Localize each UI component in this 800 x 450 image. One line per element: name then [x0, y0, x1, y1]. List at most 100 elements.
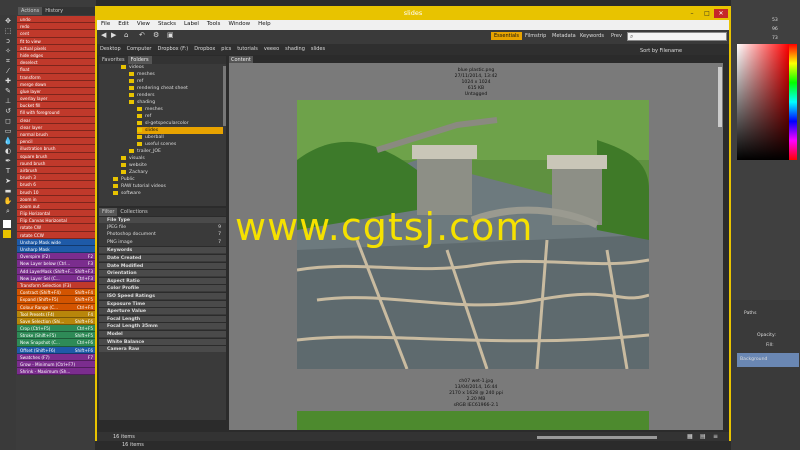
filter-category[interactable]: Camera Raw [99, 345, 226, 353]
action-item[interactable]: zoom out [17, 202, 96, 211]
background-color-swatch[interactable] [3, 230, 11, 238]
folder-item[interactable]: shading [129, 99, 223, 106]
action-item[interactable]: Colour Range (C... Ctrl+F4 [17, 303, 96, 311]
dodge-tool-icon[interactable]: ◐ [3, 147, 13, 155]
menu-item[interactable]: Tools [203, 20, 225, 30]
action-item[interactable]: undo [17, 16, 96, 24]
detail-view-icon[interactable]: ▤ [700, 433, 706, 440]
action-item[interactable]: clear layer [17, 123, 96, 131]
folder-item[interactable]: visuals [121, 155, 223, 162]
history-brush-icon[interactable]: ↺ [3, 107, 13, 115]
action-item[interactable]: Unsharp Mask wide [17, 238, 96, 246]
breadcrumb-item[interactable]: veeeo [261, 44, 282, 55]
action-item[interactable]: zoom in [17, 195, 96, 203]
folder-item[interactable]: software [113, 190, 223, 197]
action-item[interactable]: airbrush [17, 166, 96, 175]
breadcrumb-item[interactable]: Dropbox (F:) [154, 44, 191, 55]
filter-category[interactable]: Model [99, 330, 226, 337]
eyedropper-icon[interactable]: ⁄ [3, 67, 13, 75]
tab-paths[interactable]: Paths [744, 311, 757, 316]
minimize-icon[interactable]: – [685, 9, 699, 18]
magic-wand-icon[interactable]: ✧ [3, 47, 13, 55]
content-scrollbar[interactable] [718, 67, 722, 127]
filter-option[interactable]: Photoshop document 7 [99, 231, 226, 238]
action-item[interactable]: Unsharp Mask [17, 246, 96, 254]
tab-collections[interactable]: Collections [117, 208, 150, 216]
folder-item[interactable]: sl-getspecularcolor [137, 120, 223, 127]
filter-category[interactable]: Focal Length [99, 314, 226, 322]
thumbnail-size-slider[interactable] [537, 436, 657, 439]
move-tool-icon[interactable]: ✥ [3, 17, 13, 25]
workspace-preview[interactable]: Prev [611, 33, 622, 39]
action-item[interactable]: actual pixels [17, 44, 96, 52]
workspace-keywords[interactable]: Keywords [580, 33, 604, 39]
refine-icon[interactable]: ⚙ [153, 31, 159, 39]
filter-category[interactable]: File Type [99, 216, 226, 223]
thumbnail-ch07-wet[interactable] [297, 411, 649, 430]
tab-history[interactable]: History [42, 7, 66, 15]
action-item[interactable]: brush 10 [17, 188, 96, 196]
folder-item[interactable]: website [121, 162, 223, 169]
action-item[interactable]: hide edges [17, 51, 96, 60]
tab-favorites[interactable]: Favorites [99, 56, 128, 64]
action-item[interactable]: Swatches (F7) F7 [17, 353, 96, 361]
action-item[interactable]: illustration brush [17, 145, 96, 153]
hand-tool-icon[interactable]: ✋ [3, 197, 13, 205]
type-tool-icon[interactable]: T [3, 167, 13, 175]
action-item[interactable]: redo [17, 23, 96, 31]
action-item[interactable]: pencil [17, 138, 96, 146]
action-item[interactable]: brush 6 [17, 181, 96, 189]
action-item[interactable]: brush 3 [17, 174, 96, 182]
breadcrumb-item[interactable]: Computer [124, 44, 155, 55]
menu-item[interactable]: Window [224, 20, 254, 30]
action-item[interactable]: Stroke (Shift+F5) Shift+F5 [17, 332, 96, 340]
breadcrumb-item[interactable]: pics [218, 44, 234, 55]
filter-category[interactable]: Date Modified [99, 261, 226, 269]
folder-item[interactable]: slides [137, 127, 223, 134]
action-item[interactable]: Overspire (F2) F2 [17, 253, 96, 261]
action-item[interactable]: fill with foreground [17, 109, 96, 117]
maximize-icon[interactable]: □ [700, 9, 714, 18]
breadcrumb-item[interactable]: Dropbox [191, 44, 218, 55]
action-item[interactable]: Save Selection (Shi... Shift+F6 [17, 317, 96, 326]
action-item[interactable]: Expand (Shift+F5) Shift+F5 [17, 296, 96, 304]
hue-slider[interactable] [789, 44, 797, 160]
action-item[interactable]: Flip Canvas Horizontal [17, 217, 96, 225]
brush-tool-icon[interactable]: ✎ [3, 87, 13, 95]
recent-folders-icon[interactable]: ⌂ [124, 31, 128, 39]
action-item[interactable]: square brush [17, 152, 96, 160]
folder-item[interactable]: Zachary [121, 169, 223, 176]
action-item[interactable]: Add LayerMask (Shift+F... Shift+F3 [17, 267, 96, 275]
action-item[interactable]: round brush [17, 159, 96, 167]
action-item[interactable]: normal brush [17, 131, 96, 139]
menu-item[interactable]: View [133, 20, 154, 30]
breadcrumb-item[interactable]: slides [308, 44, 328, 55]
breadcrumb-item[interactable]: shading [282, 44, 308, 55]
action-item[interactable]: Crop (Ctrl+F5) Ctrl+F5 [17, 325, 96, 333]
workspace-essentials[interactable]: Essentials [491, 32, 523, 40]
breadcrumb-item[interactable]: Desktop [97, 44, 124, 55]
color-picker-field[interactable] [737, 44, 789, 160]
action-item[interactable]: overlay layer [17, 95, 96, 103]
stamp-tool-icon[interactable]: ⊥ [3, 97, 13, 105]
camera-icon[interactable]: ▣ [167, 31, 174, 39]
workspace-metadata[interactable]: Metadata [552, 33, 576, 39]
menu-item[interactable]: File [97, 20, 114, 30]
action-item[interactable]: Offset (Shift+F6) Shift+F6 [17, 346, 96, 354]
action-item[interactable]: glue layer [17, 87, 96, 96]
folder-item[interactable]: videos [121, 64, 223, 71]
action-item[interactable]: Grow - Minimum (Ctrl+F7) [17, 361, 96, 369]
filter-category[interactable]: Orientation [99, 269, 226, 277]
action-item[interactable]: deselect [17, 59, 96, 67]
crop-tool-icon[interactable]: ⌗ [3, 57, 13, 65]
shape-tool-icon[interactable]: ▬ [3, 187, 13, 195]
menu-item[interactable]: Stacks [154, 20, 180, 30]
forward-icon[interactable]: ▶ [111, 31, 116, 39]
path-select-icon[interactable]: ➤ [3, 177, 13, 185]
folder-item[interactable]: useful scenes [137, 141, 223, 148]
filter-category[interactable]: Focal Length 35mm [99, 322, 226, 330]
gradient-tool-icon[interactable]: ▭ [3, 127, 13, 135]
folder-item[interactable]: meshes [137, 106, 223, 113]
action-item[interactable]: rotate CW [17, 224, 96, 232]
tab-content[interactable]: Content [229, 56, 253, 63]
